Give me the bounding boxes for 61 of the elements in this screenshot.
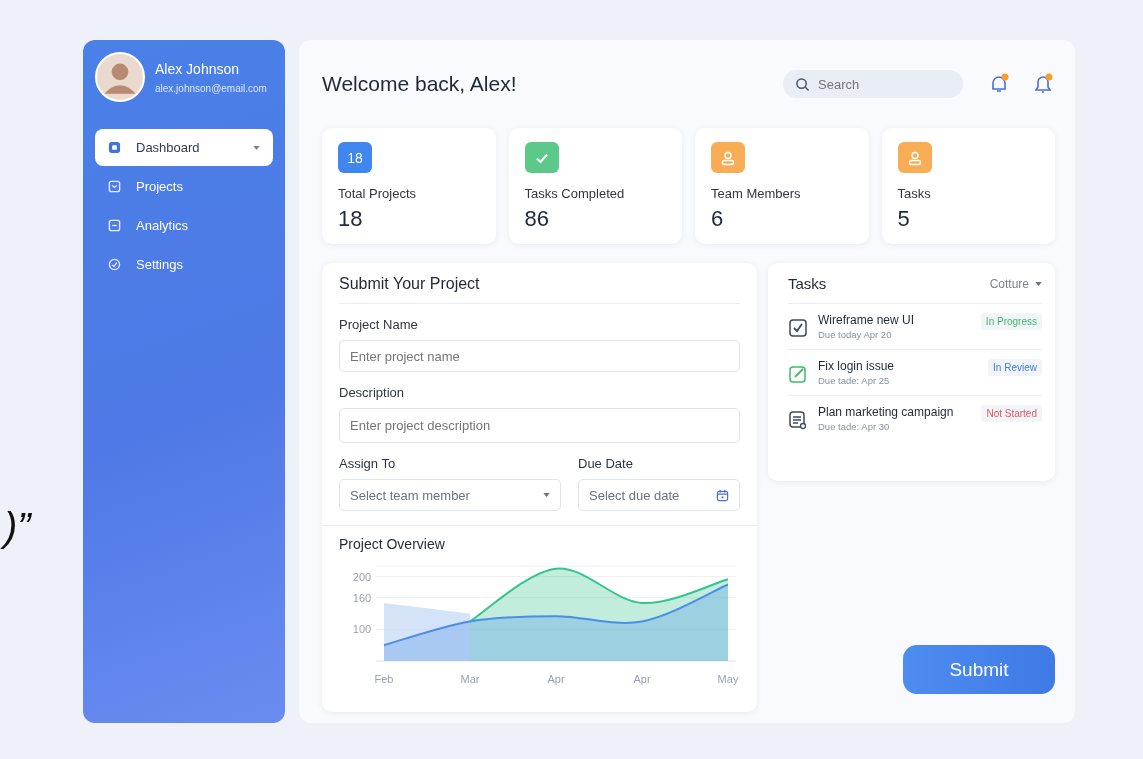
stat-value: 86 <box>524 206 549 232</box>
y-axis-label: 200 <box>352 570 372 583</box>
gauge-icon <box>108 258 121 271</box>
task-due-date: Due tade: Apr 30 <box>818 421 891 432</box>
square-icon <box>108 219 121 232</box>
task-due-date: Due tade: Apr 25 <box>818 375 891 386</box>
stat-label: Tasks <box>897 186 931 201</box>
project-name-field[interactable]: Enter project name <box>339 340 740 372</box>
stat-label: Tasks Completed <box>524 186 625 201</box>
nav-item[interactable]: Analytics <box>95 207 273 244</box>
count-badge: 18 <box>338 142 372 173</box>
task-title: Wireframe new UI <box>818 313 916 327</box>
checkbox-icon <box>788 318 808 338</box>
x-axis-label: Mar <box>460 673 480 685</box>
stat-label: Team Members <box>711 186 801 201</box>
nav-item[interactable]: Settings <box>95 246 273 283</box>
chart-title: Project Overview <box>339 536 446 552</box>
y-axis-label: 100 <box>352 623 372 636</box>
y-axis-label: 160 <box>352 591 372 604</box>
cut-off-text: )” <box>2 505 39 550</box>
nav-item[interactable]: Dashboard <box>95 129 273 166</box>
search-field[interactable]: Search <box>783 70 963 98</box>
stat-value: 18 <box>338 206 363 232</box>
status-tag: In Progress <box>980 313 1042 330</box>
x-axis-label: May <box>717 673 739 685</box>
caret-icon <box>1035 281 1042 286</box>
field-label: Due Date <box>578 456 634 471</box>
x-axis-label: Feb <box>374 673 394 685</box>
stat-value: 5 <box>897 206 910 232</box>
page-title: Welcome back, Alex! <box>322 72 518 96</box>
field-label: Project Name <box>339 317 419 332</box>
status-tag: In Review <box>988 359 1042 376</box>
task-title: Fix login issue <box>818 359 896 373</box>
stat-value: 6 <box>711 206 724 232</box>
square-icon <box>108 141 121 154</box>
calendar-icon <box>716 488 729 502</box>
task-title: Plan marketing campaign <box>818 405 955 419</box>
due-date-field[interactable]: Select due date <box>578 479 740 511</box>
x-axis-label: Apr <box>547 673 565 685</box>
team-member-dropdown[interactable]: Select team member <box>339 479 561 511</box>
stat-label: Total Projects <box>338 186 417 201</box>
field-label: Description <box>339 385 406 400</box>
document-icon <box>788 410 808 430</box>
caret-icon <box>543 493 550 497</box>
edit-icon <box>788 364 808 384</box>
tasks-title: Tasks <box>788 275 827 292</box>
form-title: Submit Your Project <box>339 275 740 304</box>
user-name: Alex Johnson <box>155 60 241 77</box>
avatar-icon <box>95 52 145 102</box>
filter-dropdown[interactable]: Cotture <box>989 276 1042 291</box>
description-field[interactable]: Enter project description <box>339 408 740 443</box>
user-email: alex.johnson@email.com <box>155 82 267 94</box>
nav-item[interactable]: Projects <box>95 168 273 205</box>
task-due-date: Due today Apr 20 <box>818 329 893 340</box>
status-tag: Not Started <box>981 405 1042 422</box>
submit-button[interactable]: Submit <box>903 645 1055 694</box>
square-icon <box>108 180 121 193</box>
search-icon <box>795 77 810 92</box>
field-label: Assign To <box>339 456 397 471</box>
x-axis-label: Apr <box>633 673 651 685</box>
caret-icon <box>253 145 260 150</box>
